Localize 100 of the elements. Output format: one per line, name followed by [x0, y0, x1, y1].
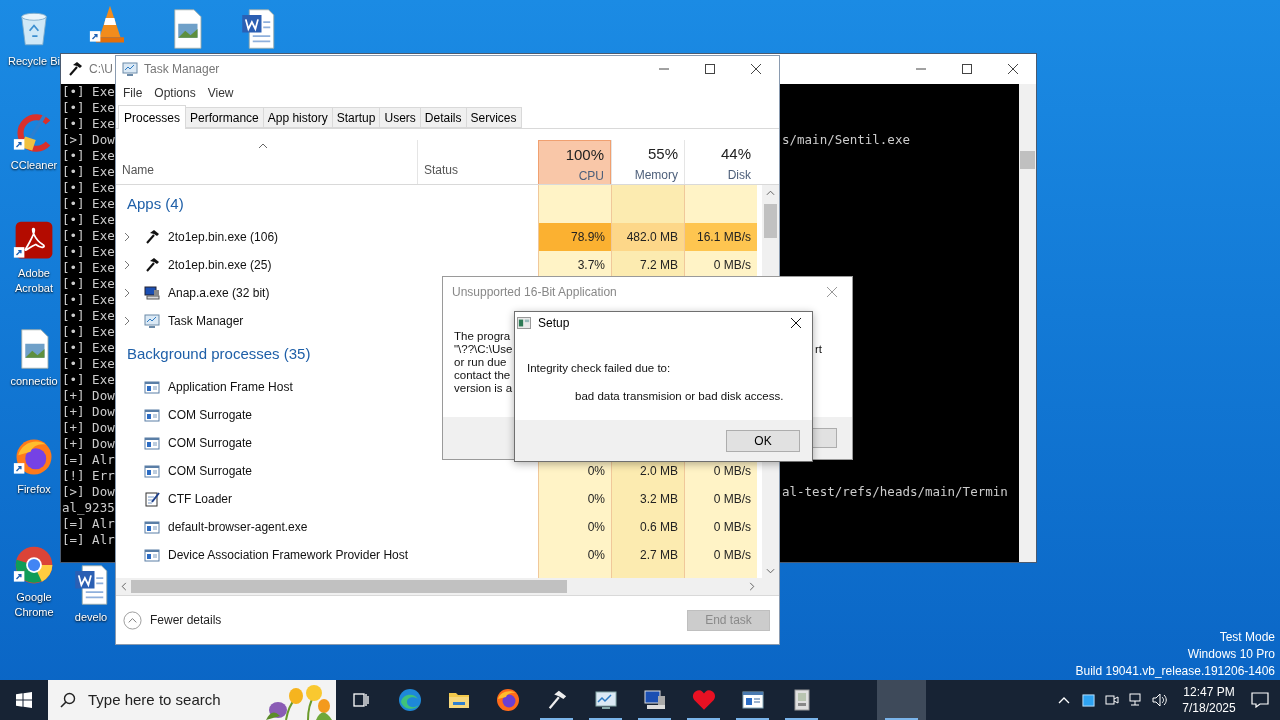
console-line: [•] Exe	[62, 324, 115, 339]
scrollbar[interactable]	[116, 578, 779, 595]
table-cell: 16.1 MB/s	[684, 223, 757, 251]
icon-label: CCleaner	[10, 158, 58, 173]
tab[interactable]: Users	[380, 107, 421, 128]
window-title: C:\U	[89, 61, 113, 78]
close-icon[interactable]	[790, 317, 802, 329]
tab[interactable]: Details	[420, 107, 467, 128]
dialog-text: or run due	[454, 356, 507, 368]
console-line: [•] Exe	[62, 116, 115, 131]
chevron-up-icon[interactable]	[1058, 696, 1070, 704]
tab[interactable]: Startup	[332, 107, 381, 128]
dialog-title: Unsupported 16-Bit Application	[452, 284, 617, 301]
camera-icon[interactable]	[1104, 692, 1120, 708]
window-icon	[144, 463, 160, 479]
column-header[interactable]: 55% Memory	[611, 140, 684, 184]
system-info-text: Test Mode	[1219, 629, 1275, 646]
scrollbar-thumb[interactable]	[131, 580, 567, 593]
pdf-icon[interactable]	[13, 220, 55, 262]
console-line: [•] Exe	[62, 196, 115, 211]
expand-chevron-icon[interactable]	[124, 232, 130, 242]
firefox-icon[interactable]	[495, 688, 520, 712]
dialog-text: The progra	[454, 330, 511, 342]
expand-chevron-icon[interactable]	[124, 288, 130, 298]
column-label: CPU	[578, 167, 604, 185]
process-name[interactable]: COM Surrogate	[168, 406, 253, 424]
console-line: [•] Exe	[62, 276, 115, 291]
process-name[interactable]: Application Frame Host	[168, 378, 293, 396]
scrollbar-thumb[interactable]	[764, 204, 777, 238]
close-icon[interactable]	[1007, 63, 1019, 75]
fewer-details-toggle[interactable]: Fewer details	[123, 610, 222, 630]
process-name[interactable]: 2to1ep.bin.exe (106)	[168, 228, 279, 246]
usage-percent: 44%	[720, 144, 751, 164]
ok-button[interactable]: OK	[726, 429, 800, 452]
column-header[interactable]: 100% CPU	[538, 140, 611, 184]
chrome-icon[interactable]	[13, 544, 55, 586]
volume-icon[interactable]	[1152, 692, 1168, 708]
expand-chevron-icon[interactable]	[124, 260, 130, 270]
icon-label: connectio	[10, 374, 58, 389]
tab[interactable]: Services	[466, 107, 522, 128]
process-name[interactable]: COM Surrogate	[168, 462, 253, 480]
process-name[interactable]: default-browser-agent.exe	[168, 518, 308, 536]
window-icon[interactable]	[740, 688, 765, 712]
scroll-up-icon[interactable]	[766, 190, 775, 196]
tab[interactable]: Performance	[186, 107, 264, 128]
window-icon	[144, 547, 160, 563]
edge-icon[interactable]	[397, 688, 422, 712]
table-cell: 0 MB/s	[684, 485, 757, 513]
menu-item[interactable]: View	[202, 84, 239, 102]
notification-icon[interactable]	[1251, 692, 1269, 708]
console-line: [•] Exe	[62, 292, 115, 307]
console-line: al-test/refs/heads/main/Termin	[782, 484, 1008, 500]
console-line: [+] Dow	[62, 388, 115, 403]
windows-logo-icon[interactable]	[16, 692, 32, 708]
console-line: [•] Exe	[62, 260, 115, 275]
scrollbar[interactable]	[1019, 84, 1036, 562]
console-line: s/main/Sentil.exe	[782, 132, 910, 148]
network-icon[interactable]	[1128, 692, 1144, 708]
dialog-text: version is a	[454, 382, 513, 394]
dialog-message: bad data transmision or bad disk access.	[575, 389, 784, 405]
scroll-down-icon[interactable]	[766, 568, 775, 574]
clock[interactable]: 12:47 PM 7/18/2025	[1178, 680, 1240, 720]
icon-label: Recycle Bi	[8, 54, 60, 69]
tray-app-icon[interactable]	[1081, 693, 1095, 707]
expand-chevron-icon[interactable]	[124, 316, 130, 326]
time-text: 12:47 PM	[1183, 684, 1235, 700]
scroll-left-icon[interactable]	[121, 582, 127, 591]
maximize-icon[interactable]	[704, 62, 716, 75]
column-header[interactable]: Name	[122, 161, 417, 179]
task-view-icon[interactable]	[350, 690, 371, 710]
monitor-icon	[122, 60, 138, 77]
process-name[interactable]: Anap.a.exe (32 bit)	[168, 284, 270, 302]
console-line: [+] Dow	[62, 436, 115, 451]
scrollbar-thumb[interactable]	[1020, 151, 1035, 169]
sort-caret-icon[interactable]	[258, 143, 268, 149]
system-info-text: Build 19041.vb_release.191206-1406	[1075, 663, 1275, 680]
process-name[interactable]: COM Surrogate	[168, 434, 253, 452]
table-cell: 7.2 MB	[611, 251, 684, 279]
column-header[interactable]: 44% Disk	[684, 140, 757, 184]
process-name[interactable]: Device Association Framework Provider Host	[168, 546, 409, 564]
menu-item[interactable]: File	[118, 84, 148, 102]
console-line: [•] Exe	[62, 244, 115, 259]
close-icon[interactable]	[750, 62, 762, 75]
tab[interactable]: Processes	[118, 105, 187, 129]
console-line: [=] Alr	[62, 452, 115, 467]
tab[interactable]: App history	[263, 107, 333, 128]
process-name[interactable]: CTF Loader	[168, 490, 233, 508]
hammer-icon	[67, 61, 83, 77]
monitor-icon[interactable]	[593, 688, 618, 712]
table-cell: 0.6 MB	[611, 513, 684, 541]
scroll-right-icon[interactable]	[749, 582, 755, 591]
menu-item[interactable]: Options	[149, 84, 201, 102]
maximize-icon[interactable]	[961, 63, 973, 75]
table-cell: 3.2 MB	[611, 485, 684, 513]
process-name[interactable]: Task Manager	[168, 312, 244, 330]
console-line: [•] Exe	[62, 308, 115, 323]
process-name[interactable]: 2to1ep.bin.exe (25)	[168, 256, 272, 274]
computer-icon[interactable]	[642, 688, 667, 712]
dialog-text: rt	[815, 343, 823, 356]
column-header[interactable]: Status	[424, 161, 538, 179]
